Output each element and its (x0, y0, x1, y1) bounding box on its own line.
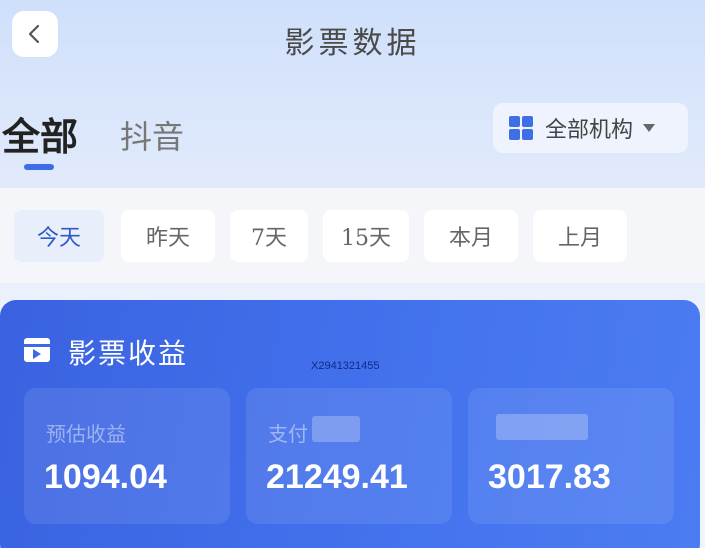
metric-label: 支付 (268, 422, 308, 446)
date-filter-this-month[interactable]: 本月 (424, 210, 518, 262)
date-filter-15days[interactable]: 15天 (323, 210, 409, 262)
date-filter-yesterday[interactable]: 昨天 (121, 210, 215, 262)
grid-icon (509, 116, 533, 140)
metric-third[interactable]: 3017.83 (468, 388, 674, 524)
tab-douyin[interactable]: 抖音 (120, 112, 184, 158)
date-filter-bar: 今天 昨天 7天 15天 本月 上月 (0, 188, 705, 283)
page-title: 影票数据 (284, 26, 421, 61)
tab-active-indicator (24, 164, 54, 170)
blurred-text (496, 414, 588, 440)
platform-tabs: 全部 抖音 (0, 100, 450, 180)
metric-value: 1094.04 (44, 458, 167, 496)
blurred-text (312, 416, 360, 442)
date-filter-7days[interactable]: 7天 (230, 210, 308, 262)
metric-value: 21249.41 (266, 458, 408, 496)
film-icon (24, 338, 50, 362)
caret-down-icon (643, 124, 656, 132)
metric-label: 预估收益 (46, 422, 126, 446)
date-filter-last-month[interactable]: 上月 (533, 210, 627, 262)
tab-all[interactable]: 全部 (2, 106, 78, 161)
header: 影票数据 (0, 0, 705, 80)
card-title: 影票收益 (68, 337, 189, 370)
watermark-text: X2941321455 (311, 360, 380, 372)
metric-payment[interactable]: 支付 21249.41 (246, 388, 452, 524)
metric-value: 3017.83 (488, 458, 611, 496)
date-filter-today[interactable]: 今天 (14, 210, 104, 262)
org-select-dropdown[interactable]: 全部机构 (493, 103, 688, 153)
org-select-label: 全部机构 (545, 118, 634, 143)
ticket-revenue-card: 影票收益 X2941321455 预估收益 1094.04 支付 21249.4… (0, 300, 700, 548)
metric-estimated-revenue[interactable]: 预估收益 1094.04 (24, 388, 230, 524)
